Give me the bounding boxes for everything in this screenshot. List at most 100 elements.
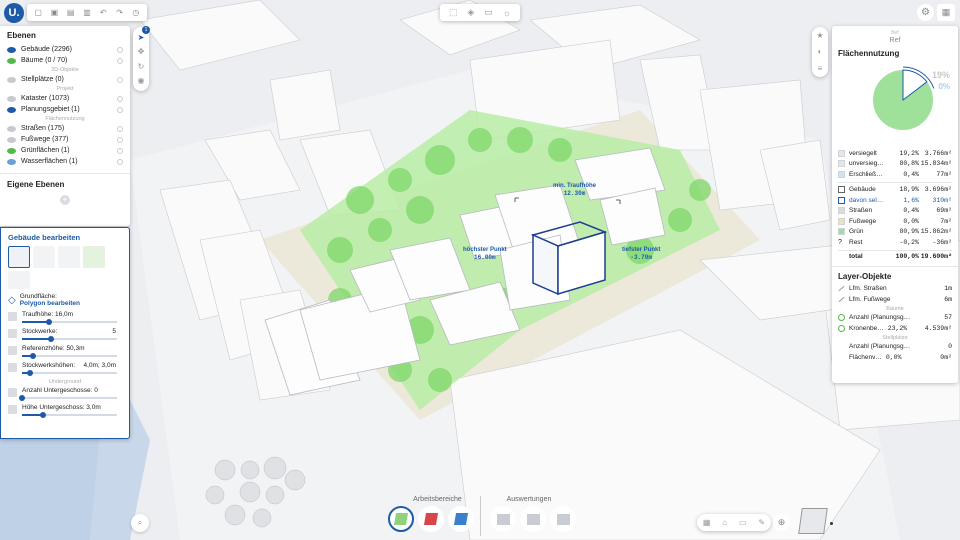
sun-position-icon[interactable]: ◐ — [818, 47, 823, 56]
new-file-icon[interactable]: ▢ — [32, 5, 45, 20]
export-icon[interactable]: ▤ — [64, 5, 77, 20]
slider-knob[interactable] — [30, 353, 37, 359]
param-slider[interactable] — [22, 412, 117, 418]
layer-item[interactable]: Bäume (0 / 70) — [7, 55, 123, 66]
layer-item[interactable]: Wasserflächen (1) — [7, 156, 123, 167]
zoom-icon[interactable]: ◉ — [138, 76, 145, 85]
building-type-custom[interactable] — [8, 271, 30, 289]
flaechennutzung-row[interactable]: unversieg… 80,8% 15.834m² — [838, 159, 952, 170]
save-icon[interactable]: ▣ — [48, 5, 61, 20]
settings-button[interactable]: ⚙ — [917, 4, 934, 21]
grid-view-icon[interactable]: ▦ — [703, 518, 711, 527]
flaechennutzung-row[interactable]: Gebäude 18,9% 3.696m² — [838, 185, 952, 196]
label-min-traufhoehe-value: 12.30m — [563, 190, 586, 197]
search-button[interactable]: ⌕ — [131, 514, 149, 532]
layer-item[interactable]: Straßen (175) — [7, 123, 123, 134]
layer-item[interactable]: Gebäude (2296) — [7, 44, 123, 55]
visibility-eye-icon[interactable] — [7, 76, 16, 83]
workspace-red-button[interactable] — [418, 506, 444, 532]
camera-icon[interactable]: ▭ — [484, 7, 493, 18]
analysis-3-button[interactable] — [550, 506, 576, 532]
visibility-eye-icon[interactable] — [7, 147, 16, 154]
layer-settings-icon[interactable] — [117, 136, 123, 143]
building-type-pitched[interactable] — [33, 246, 55, 268]
layer-settings-icon[interactable] — [117, 76, 123, 83]
app-logo[interactable]: U. — [4, 3, 24, 23]
layer-item[interactable]: Kataster (1073) — [7, 93, 123, 104]
flaechennutzung-row[interactable]: Grün 80,9% 15.862m² — [838, 227, 952, 238]
parking-icon — [838, 354, 845, 361]
slider-knob[interactable] — [19, 395, 25, 401]
workspace-blue-button[interactable] — [448, 506, 474, 532]
visibility-eye-icon[interactable] — [7, 95, 16, 102]
slider-knob[interactable] — [26, 370, 33, 376]
rotate-icon[interactable]: ↻ — [138, 62, 145, 71]
measure-icon[interactable]: ◈ — [467, 7, 474, 18]
layers-icon[interactable]: ≡ — [818, 64, 823, 73]
select-icon[interactable]: ➤ — [138, 33, 145, 42]
delete-icon[interactable]: ▥ — [80, 5, 94, 20]
panel-toggle-button[interactable]: ▦ — [937, 4, 955, 21]
param-value[interactable]: 4,0m; 3,0m — [83, 361, 116, 370]
param-value[interactable]: 5 — [112, 327, 116, 336]
lasso-icon[interactable]: ⬚ — [449, 7, 458, 18]
star-icon[interactable]: ★ — [816, 31, 823, 40]
analysis-2-button[interactable] — [520, 506, 546, 532]
flaechennutzung-row[interactable]: total 100,0% 19.600m² — [838, 249, 952, 262]
visibility-eye-icon[interactable] — [7, 106, 16, 113]
visibility-eye-icon[interactable] — [7, 158, 16, 165]
param-slider[interactable] — [22, 370, 117, 376]
layer-settings-icon[interactable] — [117, 57, 123, 64]
analysis-1-button[interactable] — [490, 506, 516, 532]
slider-knob[interactable] — [47, 336, 54, 342]
param-slider[interactable] — [22, 336, 117, 342]
slider-knob[interactable] — [45, 319, 52, 325]
layer-item[interactable]: Stellplätze (0) — [7, 74, 123, 85]
layer-settings-icon[interactable] — [117, 95, 123, 102]
layer-settings-icon[interactable] — [117, 46, 123, 53]
flaechennutzung-row[interactable]: davon sel… 1,6% 310m² — [838, 195, 952, 206]
param-slider[interactable] — [22, 319, 117, 325]
layer-stack-icon[interactable]: ▭ — [739, 518, 747, 527]
param-slider[interactable] — [22, 353, 117, 359]
layer-settings-icon[interactable] — [117, 125, 123, 132]
layer-item[interactable]: Fußwege (377) — [7, 134, 123, 145]
visibility-eye-icon[interactable] — [7, 57, 16, 64]
layer-settings-icon[interactable] — [117, 158, 123, 165]
terrain-icon[interactable]: ⌂ — [722, 518, 727, 527]
add-layer-button[interactable]: + — [60, 195, 70, 205]
flaechennutzung-row[interactable]: Fußwege 0,0% 7m² — [838, 216, 952, 227]
slider-knob[interactable] — [39, 412, 46, 418]
pan-icon[interactable]: ✥ — [138, 47, 145, 56]
globe-button[interactable]: ⊕ — [773, 514, 790, 531]
layer-item[interactable]: Grünflächen (1) — [7, 145, 123, 156]
visibility-eye-icon[interactable] — [7, 46, 16, 53]
param-slider[interactable] — [19, 395, 117, 401]
visibility-eye-icon[interactable] — [7, 125, 16, 132]
sun-icon[interactable]: ☼ — [503, 8, 511, 18]
layer-settings-icon[interactable] — [117, 106, 123, 113]
workspace-buildings-button[interactable] — [388, 506, 414, 532]
history-icon[interactable]: ◷ — [129, 5, 142, 20]
row-percent: 80,9% — [899, 228, 919, 236]
redo-icon[interactable]: ↷ — [113, 5, 126, 20]
view-cube[interactable] — [798, 508, 828, 534]
building-type-hip[interactable] — [58, 246, 80, 268]
building-type-green[interactable] — [83, 246, 105, 268]
layer-label: Wasserflächen (1) — [21, 158, 78, 165]
building-type-flat[interactable] — [8, 246, 30, 268]
pencil-icon[interactable]: ✎ — [758, 518, 765, 527]
pie-chart — [869, 66, 937, 134]
layer-settings-icon[interactable] — [117, 147, 123, 154]
reference-tab[interactable]: Bef Ref — [838, 29, 952, 45]
flaechennutzung-row[interactable]: versiegelt 19,2% 3.766m² — [838, 148, 952, 159]
polygon-edit-link[interactable]: Polygon bearbeiten — [20, 300, 80, 307]
visibility-eye-icon[interactable] — [7, 136, 16, 143]
notification-badge[interactable]: 1 — [142, 26, 150, 34]
flaechennutzung-row[interactable]: Straßen 0,4% 69m² — [838, 206, 952, 217]
flaechennutzung-row[interactable]: ? Rest -0,2% -36m² — [838, 237, 952, 248]
reference-label: Ref — [889, 37, 901, 44]
undo-icon[interactable]: ↶ — [97, 5, 110, 20]
flaechennutzung-row[interactable]: Erschließ… 0,4% 77m² — [838, 169, 952, 180]
layer-item[interactable]: Planungsgebiet (1) — [7, 104, 123, 115]
